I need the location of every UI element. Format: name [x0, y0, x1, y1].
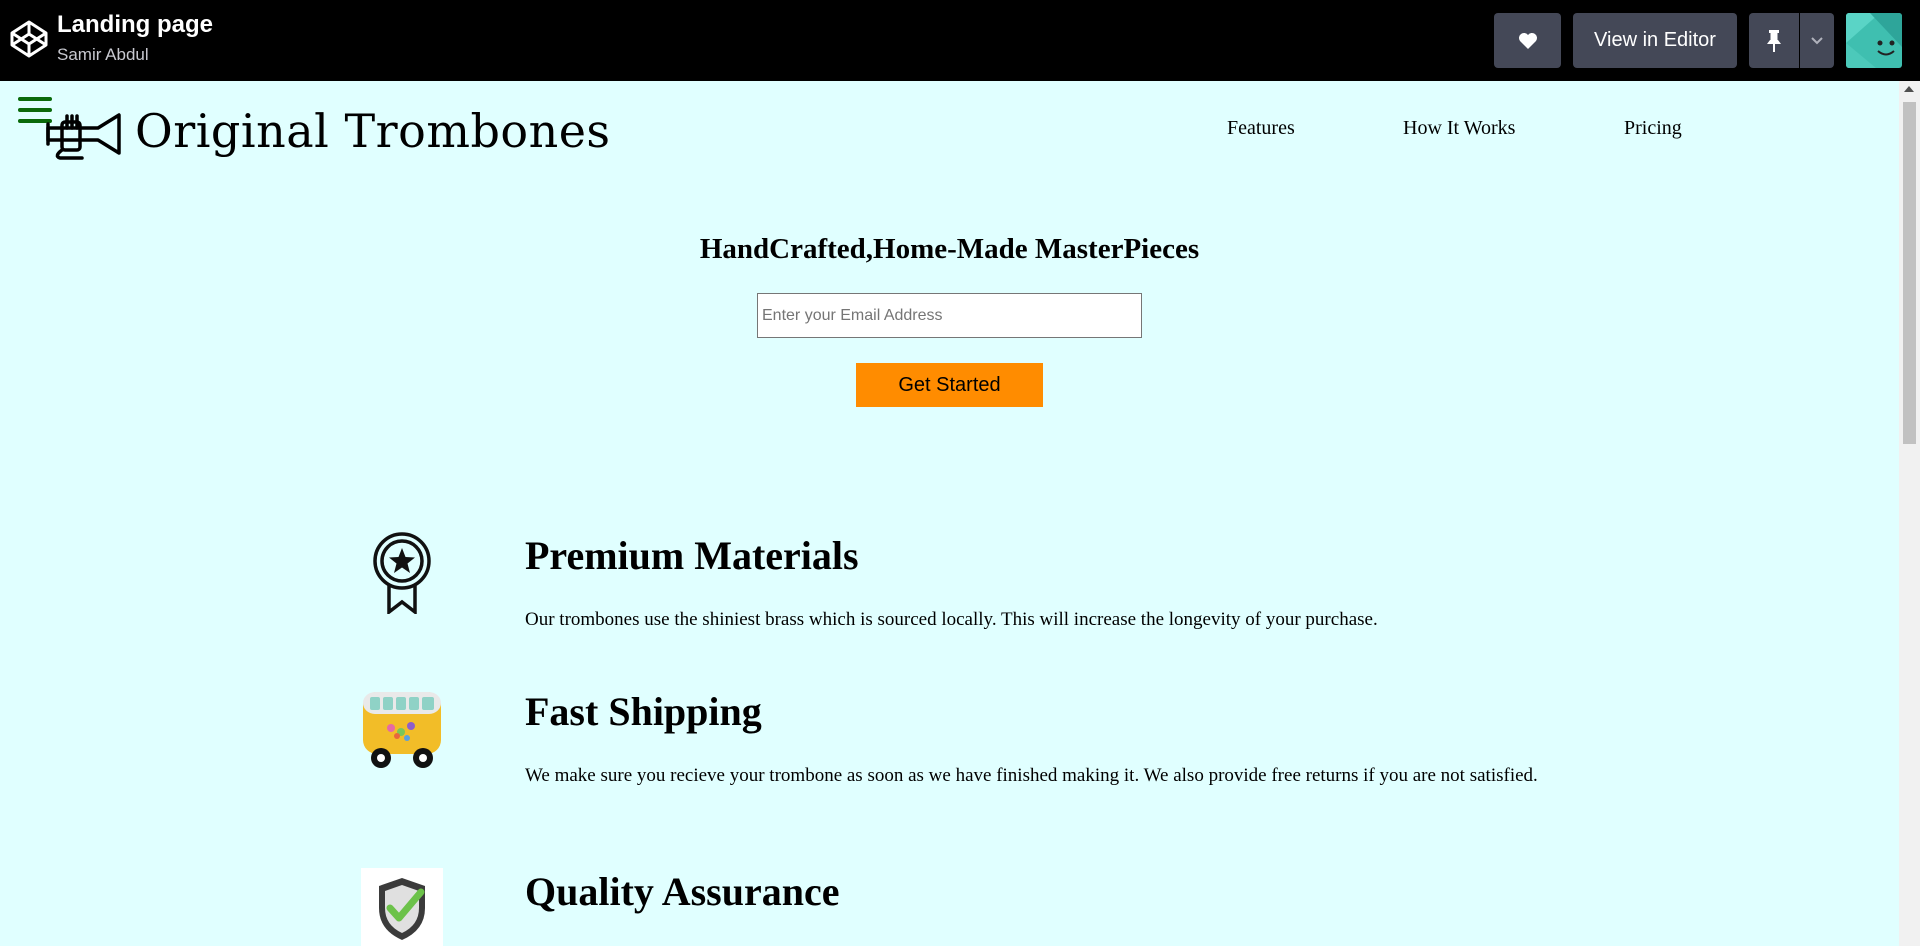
pin-dropdown-button[interactable] [1800, 13, 1834, 68]
hero-title: HandCrafted,Home-Made MasterPieces [699, 233, 1200, 265]
feature-title-premium-materials: Premium Materials [525, 533, 859, 578]
project-title[interactable]: Landing page [57, 11, 213, 39]
email-input[interactable] [757, 293, 1142, 338]
chevron-down-icon [1811, 37, 1823, 45]
shield-check-icon [361, 868, 443, 946]
heart-button[interactable] [1494, 13, 1561, 68]
award-badge-icon [373, 532, 431, 614]
trumpet-logo-icon [46, 113, 121, 160]
codepen-header: Landing page Samir Abdul View in Editor [0, 0, 1920, 81]
user-avatar[interactable] [1846, 13, 1902, 68]
feature-description-premium-materials: Our trombones use the shiniest brass whi… [525, 609, 1378, 630]
project-author[interactable]: Samir Abdul [57, 45, 149, 65]
scrollbar-thumb[interactable] [1903, 102, 1916, 444]
van-icon [363, 692, 441, 768]
codepen-logo-icon[interactable] [9, 19, 49, 59]
heart-icon [1518, 32, 1537, 49]
feature-title-quality-assurance: Quality Assurance [525, 869, 840, 914]
get-started-button[interactable]: Get Started [856, 363, 1043, 407]
scroll-up-arrow-icon[interactable] [1904, 86, 1914, 92]
nav-link-features[interactable]: Features [1227, 117, 1295, 140]
nav-link-pricing[interactable]: Pricing [1624, 117, 1682, 140]
nav-link-how-it-works[interactable]: How It Works [1403, 117, 1515, 140]
feature-description-fast-shipping: We make sure you recieve your trombone a… [525, 765, 1538, 786]
page-scrollbar[interactable] [1899, 81, 1920, 946]
pin-button[interactable] [1749, 13, 1799, 68]
brand-name[interactable]: Original Trombones [135, 104, 611, 158]
pin-icon [1767, 29, 1781, 52]
feature-title-fast-shipping: Fast Shipping [525, 689, 762, 734]
view-in-editor-button[interactable]: View in Editor [1573, 13, 1737, 68]
